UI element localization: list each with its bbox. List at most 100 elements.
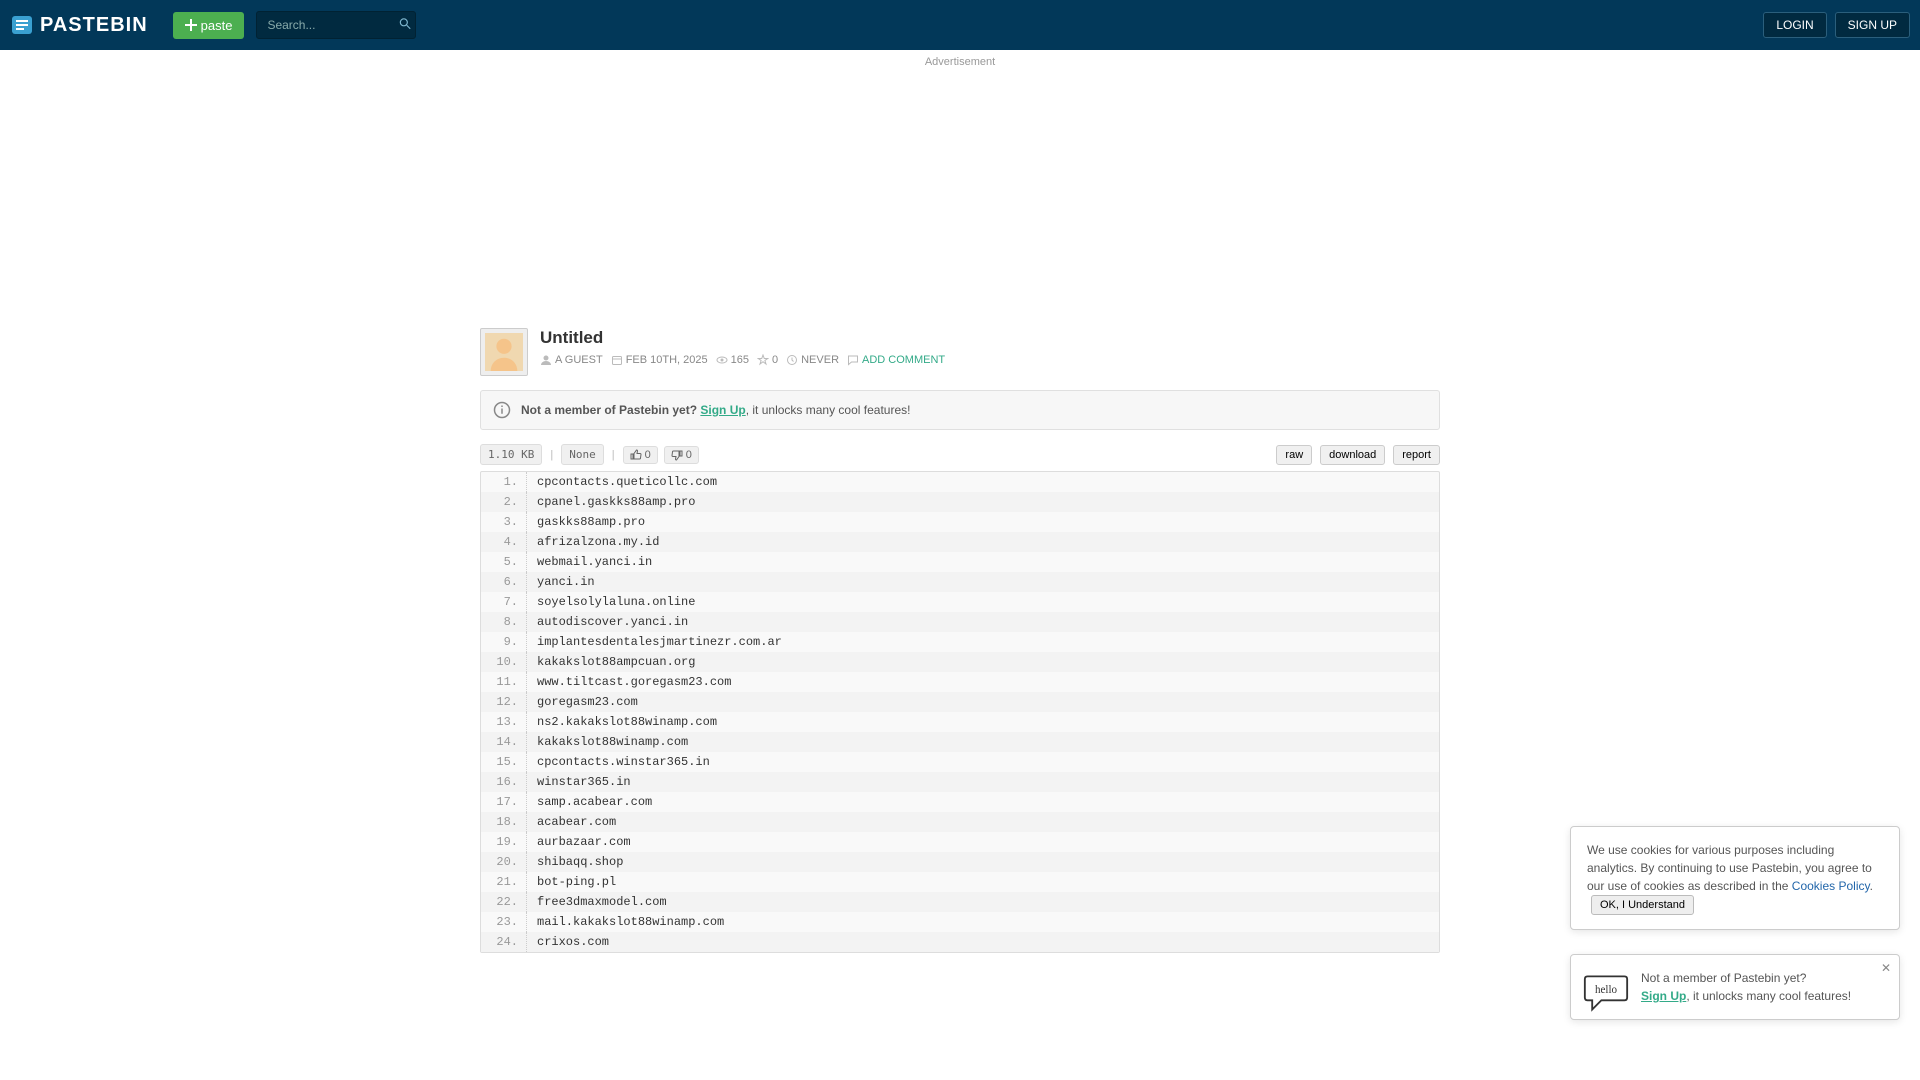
author-avatar[interactable] [480,328,528,376]
line-number[interactable]: 21. [481,872,527,892]
line-content[interactable]: mail.kakakslot88winamp.com [527,912,734,932]
line-content[interactable]: bot-ping.pl [527,872,626,892]
code-area[interactable]: 1.cpcontacts.queticollc.com2.cpanel.gask… [480,471,1440,953]
login-button[interactable]: LOGIN [1763,12,1826,38]
new-paste-button[interactable]: paste [173,12,245,39]
line-number[interactable]: 8. [481,612,527,632]
line-number[interactable]: 23. [481,912,527,932]
code-line: 20.shibaqq.shop [481,852,1439,872]
meta-author: A GUEST [540,354,603,366]
paste-button-label: paste [201,18,233,33]
search-input[interactable] [256,11,416,39]
report-button[interactable]: report [1393,445,1440,465]
speech-bubble-icon: hello [1583,969,1629,1015]
paste-header-info: Untitled A GUEST FEB 10TH, 2025 [540,328,945,376]
signup-button[interactable]: SIGN UP [1835,12,1910,38]
user-avatar-icon [485,333,523,371]
calendar-icon [611,354,623,366]
search-button[interactable] [398,17,412,34]
line-number[interactable]: 1. [481,472,527,492]
dislikes-count: 0 [686,449,692,461]
line-content[interactable]: free3dmaxmodel.com [527,892,677,912]
logo[interactable]: PASTEBIN [10,13,148,37]
notice-prefix: Not a member of Pastebin yet? [521,403,697,417]
add-comment-link[interactable]: ADD COMMENT [862,354,945,366]
popup-close-button[interactable]: ✕ [1881,961,1891,975]
line-content[interactable]: kakakslot88ampcuan.org [527,652,705,672]
line-content[interactable]: autodiscover.yanci.in [527,612,698,632]
line-number[interactable]: 16. [481,772,527,792]
raw-button[interactable]: raw [1276,445,1312,465]
line-content[interactable]: aurbazaar.com [527,832,641,852]
line-number[interactable]: 3. [481,512,527,532]
line-number[interactable]: 19. [481,832,527,852]
thumbs-down-icon [671,449,683,461]
date-label: FEB 10TH, 2025 [626,354,708,366]
line-number[interactable]: 22. [481,892,527,912]
line-number[interactable]: 2. [481,492,527,512]
line-number[interactable]: 5. [481,552,527,572]
code-line: 23.mail.kakakslot88winamp.com [481,912,1439,932]
line-content[interactable]: winstar365.in [527,772,641,792]
line-content[interactable]: afrizalzona.my.id [527,532,669,552]
line-number[interactable]: 6. [481,572,527,592]
line-number[interactable]: 24. [481,932,527,952]
line-number[interactable]: 13. [481,712,527,732]
dislike-button[interactable]: 0 [664,446,699,464]
line-content[interactable]: goregasm23.com [527,692,648,712]
line-content[interactable]: implantesdentalesjmartinezr.com.ar [527,632,792,652]
line-number[interactable]: 7. [481,592,527,612]
code-line: 14.kakakslot88winamp.com [481,732,1439,752]
code-line: 15.cpcontacts.winstar365.in [481,752,1439,772]
line-number[interactable]: 12. [481,692,527,712]
line-content[interactable]: crixos.com [527,932,619,952]
line-content[interactable]: cpanel.gaskks88amp.pro [527,492,705,512]
line-number[interactable]: 14. [481,732,527,752]
likes-count: 0 [645,449,651,461]
code-line: 18.acabear.com [481,812,1439,832]
paste-title: Untitled [540,328,945,348]
code-line: 5.webmail.yanci.in [481,552,1439,572]
meta-views: 165 [716,354,749,366]
line-content[interactable]: cpcontacts.queticollc.com [527,472,727,492]
line-content[interactable]: yanci.in [527,572,605,592]
line-number[interactable]: 15. [481,752,527,772]
line-number[interactable]: 18. [481,812,527,832]
cookies-policy-link[interactable]: Cookies Policy [1792,879,1870,893]
like-button[interactable]: 0 [623,446,658,464]
line-number[interactable]: 10. [481,652,527,672]
meta-add-comment[interactable]: ADD COMMENT [847,354,945,366]
line-content[interactable]: webmail.yanci.in [527,552,662,572]
line-content[interactable]: samp.acabear.com [527,792,662,812]
line-number[interactable]: 17. [481,792,527,812]
code-line: 21.bot-ping.pl [481,872,1439,892]
code-line: 10.kakakslot88ampcuan.org [481,652,1439,672]
notice-signup-link[interactable]: Sign Up [700,403,745,417]
download-button[interactable]: download [1320,445,1385,465]
line-content[interactable]: acabear.com [527,812,626,832]
code-line: 19.aurbazaar.com [481,832,1439,852]
line-number[interactable]: 9. [481,632,527,652]
popup-signup-link[interactable]: Sign Up [1641,989,1686,1003]
line-content[interactable]: ns2.kakakslot88winamp.com [527,712,727,732]
signup-popup: hello ✕ Not a member of Pastebin yet? Si… [1570,954,1900,1020]
code-line: 4.afrizalzona.my.id [481,532,1439,552]
search-icon [398,17,412,31]
user-icon [540,354,552,366]
line-content[interactable]: soyelsolylaluna.online [527,592,705,612]
line-number[interactable]: 11. [481,672,527,692]
line-content[interactable]: www.tiltcast.goregasm23.com [527,672,741,692]
line-number[interactable]: 20. [481,852,527,872]
toolbar-separator: | [612,449,615,461]
eye-icon [716,354,728,366]
line-content[interactable]: cpcontacts.winstar365.in [527,752,720,772]
line-content[interactable]: kakakslot88winamp.com [527,732,698,752]
ad-label: Advertisement [0,56,1920,68]
popup-line2: Sign Up, it unlocks many cool features! [1641,987,1883,1005]
line-number[interactable]: 4. [481,532,527,552]
line-content[interactable]: gaskks88amp.pro [527,512,655,532]
svg-text:hello: hello [1595,984,1618,996]
cookie-ok-button[interactable]: OK, I Understand [1591,895,1694,915]
line-content[interactable]: shibaqq.shop [527,852,633,872]
toolbar-separator: | [550,449,553,461]
